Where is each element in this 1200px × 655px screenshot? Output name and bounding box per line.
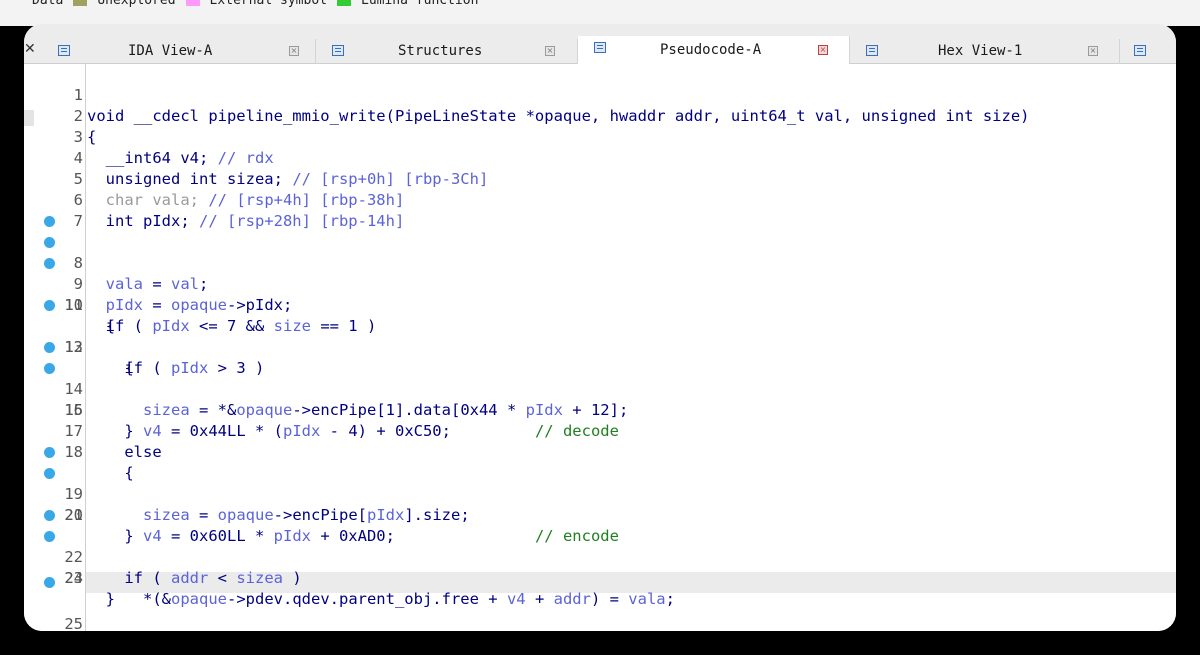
structures-icon bbox=[332, 45, 344, 56]
code-line[interactable]: 9 pIdx = opaque->pIdx; bbox=[24, 232, 1176, 314]
breakpoint-dot[interactable] bbox=[44, 447, 55, 458]
code-line[interactable]: 11 { bbox=[24, 274, 1176, 335]
unexplored-swatch bbox=[73, 0, 88, 6]
breakpoint-dot[interactable] bbox=[44, 510, 55, 521]
tab-close-icon[interactable]: × bbox=[1088, 46, 1098, 56]
legend-label-lumina-function: Lumina function bbox=[361, 0, 479, 8]
code-line[interactable]: 7 bbox=[24, 190, 1176, 230]
code-line[interactable]: 12 if ( pIdx > 3 ) bbox=[24, 295, 1176, 377]
tab-overflow[interactable] bbox=[1120, 39, 1176, 64]
tab-ida-view-a[interactable]: IDA View-A × bbox=[38, 39, 316, 64]
line-number: 25 bbox=[64, 615, 83, 631]
tab-hex-view-1[interactable]: Hex View-1 × bbox=[850, 39, 1120, 64]
external-symbol-swatch bbox=[185, 0, 200, 6]
breakpoint-dot[interactable] bbox=[44, 216, 55, 227]
legend-label-unexplored: Unexplored bbox=[97, 0, 176, 8]
code-line[interactable]: 22 if ( addr < sizea ) bbox=[24, 505, 1176, 587]
code-line[interactable]: 1 void __cdecl pipeline_mmio_write(PipeL… bbox=[24, 64, 1176, 125]
legend-item-lumina-function: Lumina function bbox=[337, 0, 478, 8]
tab-pseudocode-a[interactable]: Pseudocode-A × bbox=[578, 36, 850, 65]
breakpoint-dot[interactable] bbox=[44, 468, 55, 479]
code-line[interactable]: 17 else bbox=[24, 400, 1176, 461]
code-line[interactable]: 18 { bbox=[24, 421, 1176, 482]
code-line[interactable]: 13 { bbox=[24, 316, 1176, 377]
breakpoint-dot[interactable] bbox=[44, 342, 55, 353]
breakpoint-dot[interactable] bbox=[44, 237, 55, 248]
tab-close-icon[interactable]: × bbox=[289, 46, 299, 56]
tab-label: Pseudocode-A bbox=[660, 42, 762, 58]
legend-label-external-symbol: External symbol bbox=[209, 0, 327, 8]
code-line[interactable]: 24 } bbox=[24, 547, 1176, 608]
tab-label: Hex View-1 bbox=[938, 43, 1023, 59]
legend-item-unexplored: Unexplored bbox=[73, 0, 176, 8]
breakpoint-dot[interactable] bbox=[44, 531, 55, 542]
code-line[interactable]: 2 { bbox=[24, 85, 1176, 146]
code-line-current[interactable]: 25 } bbox=[24, 572, 1176, 631]
legend-item-data: Data bbox=[30, 0, 63, 8]
pseudocode-icon bbox=[594, 42, 606, 53]
ida-view-icon bbox=[58, 45, 70, 56]
code-line[interactable]: 20 v4 = 0x60LL * pIdx + 0xAD0; // encode bbox=[24, 463, 1176, 545]
code-line[interactable]: 23 *(&opaque->pdev.qdev.parent_obj.free … bbox=[24, 526, 1176, 608]
code-line[interactable]: 4 unsigned int sizea; // [rsp+0h] [rbp-3… bbox=[24, 127, 1176, 188]
legend-label-data: Data bbox=[32, 0, 64, 8]
code-line[interactable]: 15 v4 = 0x44LL * (pIdx - 4) + 0xC50; // … bbox=[24, 358, 1176, 440]
tab-label: IDA View-A bbox=[128, 43, 213, 59]
close-icon[interactable]: ✕ bbox=[24, 39, 36, 59]
code-line[interactable]: 19 sizea = opaque->encPipe[pIdx].size; bbox=[24, 442, 1176, 524]
tab-bar: ✕ IDA View-A × Structures × Pseudocode-A… bbox=[24, 24, 1176, 65]
lumina-function-swatch bbox=[337, 0, 351, 6]
navigation-legend: Data Unexplored External symbol Lumina f… bbox=[0, 0, 1200, 26]
code-line[interactable]: 16 } bbox=[24, 379, 1176, 440]
code-line[interactable]: 3 __int64 v4; // rdx bbox=[24, 106, 1176, 167]
hex-view-icon bbox=[866, 45, 878, 56]
breakpoint-dot[interactable] bbox=[44, 258, 55, 269]
ida-window: ✕ IDA View-A × Structures × Pseudocode-A… bbox=[24, 24, 1176, 631]
code-line[interactable]: 8 vala = val; bbox=[24, 211, 1176, 293]
code-line[interactable]: 10 if ( pIdx <= 7 && size == 1 ) bbox=[24, 253, 1176, 335]
breakpoint-dot[interactable] bbox=[44, 300, 55, 311]
structures-icon bbox=[1134, 45, 1146, 56]
code-line[interactable]: 5 char vala; // [rsp+4h] [rbp-38h] bbox=[24, 148, 1176, 209]
pseudocode-view[interactable]: 1 void __cdecl pipeline_mmio_write(PipeL… bbox=[24, 64, 1176, 631]
tab-label: Structures bbox=[398, 43, 483, 59]
tab-close-icon[interactable]: × bbox=[818, 45, 828, 55]
legend-item-external-symbol: External symbol bbox=[185, 0, 327, 8]
tab-close-icon[interactable]: × bbox=[545, 46, 555, 56]
code-line[interactable]: 14 sizea = *&opaque->encPipe[1].data[0x4… bbox=[24, 337, 1176, 419]
breakpoint-dot[interactable] bbox=[44, 577, 55, 588]
breakpoint-dot[interactable] bbox=[44, 363, 55, 374]
tab-structures[interactable]: Structures × bbox=[316, 39, 578, 64]
code-line[interactable]: 21 } bbox=[24, 484, 1176, 545]
code-line[interactable]: 6 int pIdx; // [rsp+28h] [rbp-14h] bbox=[24, 169, 1176, 230]
